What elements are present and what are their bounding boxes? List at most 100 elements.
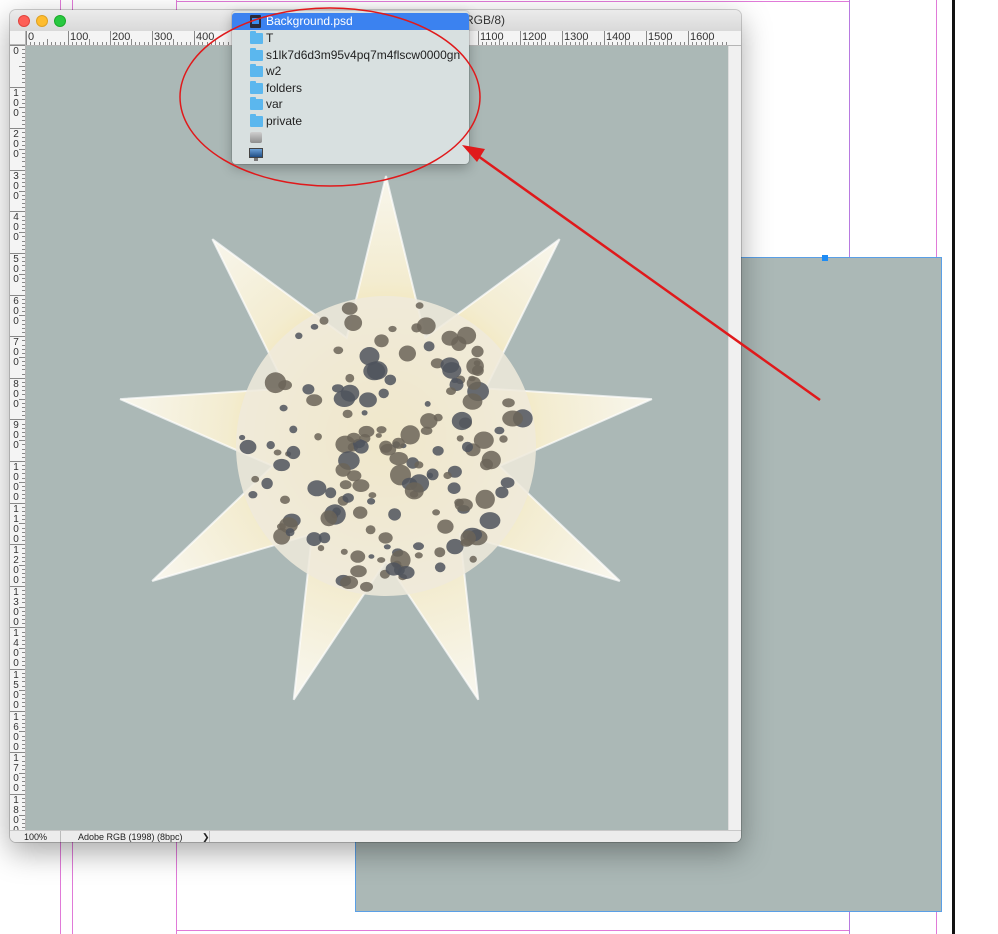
zoom-level[interactable]: 100% bbox=[24, 831, 47, 842]
folder-icon bbox=[250, 114, 263, 127]
ruler-tick bbox=[604, 31, 605, 45]
seed-dot bbox=[353, 506, 368, 519]
ruler-minor-tick bbox=[22, 452, 25, 454]
ruler-minor-tick bbox=[47, 39, 48, 45]
zoom-button[interactable] bbox=[54, 15, 66, 27]
ruler-minor-tick bbox=[515, 42, 517, 45]
ruler-label: 400 bbox=[13, 212, 19, 244]
ruler-minor-tick bbox=[22, 386, 25, 388]
ruler-minor-tick bbox=[536, 42, 538, 45]
ruler-minor-tick bbox=[22, 602, 25, 604]
seed-dot bbox=[479, 512, 501, 530]
ruler-minor-tick bbox=[507, 42, 509, 45]
seed-dot bbox=[480, 458, 493, 471]
ruler-minor-tick bbox=[84, 42, 86, 45]
ruler-minor-tick bbox=[608, 42, 610, 45]
ruler-minor-tick bbox=[22, 103, 25, 105]
seed-dot bbox=[451, 411, 472, 431]
ruler-minor-tick bbox=[22, 444, 25, 446]
ruler-minor-tick bbox=[22, 61, 25, 63]
ruler-label: 1400 bbox=[13, 628, 19, 670]
seed-dot bbox=[413, 542, 424, 551]
ruler-label: 100 bbox=[13, 87, 19, 119]
status-menu-arrow[interactable]: ❯ bbox=[202, 831, 210, 842]
ruler-minor-tick bbox=[22, 639, 25, 641]
seed-dot bbox=[361, 410, 368, 416]
seed-dot bbox=[432, 446, 444, 456]
document-path-menu: Background.psd T s1lk7d6d3m95v4pq7m4flsc… bbox=[232, 11, 469, 164]
ruler-minor-tick bbox=[118, 42, 120, 45]
ruler-origin[interactable] bbox=[10, 31, 26, 45]
menu-item-folder-w2[interactable]: w2 bbox=[232, 63, 469, 80]
ruler-minor-tick bbox=[22, 265, 25, 267]
ruler-minor-tick bbox=[22, 307, 25, 309]
folder-icon bbox=[250, 97, 263, 110]
seed-dot bbox=[495, 486, 509, 499]
ruler-minor-tick bbox=[549, 42, 551, 45]
ruler-minor-tick bbox=[59, 42, 61, 45]
ruler-label: 1800 bbox=[13, 794, 19, 830]
ruler-minor-tick bbox=[19, 357, 25, 358]
ruler-minor-tick bbox=[633, 42, 635, 45]
ruler-minor-tick bbox=[22, 723, 25, 725]
transform-handle[interactable] bbox=[822, 255, 828, 261]
menu-item-folder-private[interactable]: private bbox=[232, 113, 469, 130]
seed-dot bbox=[285, 528, 295, 537]
menu-item-folder-var[interactable]: var bbox=[232, 96, 469, 113]
ruler-minor-tick bbox=[22, 702, 25, 704]
minimize-button[interactable] bbox=[36, 15, 48, 27]
seed-dot bbox=[416, 317, 436, 335]
ruler-minor-tick bbox=[528, 42, 530, 45]
seed-dot bbox=[460, 538, 473, 547]
ruler-minor-tick bbox=[22, 223, 25, 225]
seed-dot bbox=[340, 548, 348, 555]
ruler-minor-tick bbox=[22, 735, 25, 737]
vertical-ruler[interactable]: 0 100 200 300 400 500 600 700 800 900 1000 1100 1200… bbox=[10, 45, 26, 830]
ruler-minor-tick bbox=[22, 777, 25, 779]
seed-dot bbox=[420, 413, 438, 429]
menu-item-computer[interactable] bbox=[232, 146, 469, 163]
ruler-minor-tick bbox=[22, 494, 25, 496]
ruler-minor-tick bbox=[22, 506, 25, 508]
seed-dot bbox=[457, 326, 477, 345]
ruler-minor-tick bbox=[22, 157, 25, 159]
document-profile[interactable]: Adobe RGB (1998) (8bpc) bbox=[60, 831, 210, 842]
ruler-minor-tick bbox=[22, 660, 25, 662]
ruler-tick bbox=[562, 31, 563, 45]
ruler-minor-tick bbox=[22, 82, 25, 84]
ruler-minor-tick bbox=[185, 42, 187, 45]
ruler-minor-tick bbox=[19, 565, 25, 566]
ruler-minor-tick bbox=[22, 619, 25, 621]
seed-dot bbox=[289, 425, 298, 434]
ruler-minor-tick bbox=[578, 42, 580, 45]
menu-item-background-psd[interactable]: Background.psd bbox=[232, 13, 469, 30]
seed-dot bbox=[466, 376, 481, 390]
ruler-minor-tick bbox=[574, 42, 576, 45]
ruler-minor-tick bbox=[570, 42, 572, 45]
menu-item-folder-temp[interactable]: s1lk7d6d3m95v4pq7m4flscw0000gn bbox=[232, 47, 469, 64]
menu-item-disk[interactable] bbox=[232, 129, 469, 146]
seed-dot bbox=[365, 525, 376, 535]
ruler-minor-tick bbox=[22, 760, 25, 762]
seed-dot bbox=[388, 325, 397, 333]
ruler-minor-tick bbox=[557, 42, 559, 45]
seed-dot bbox=[367, 498, 376, 505]
close-button[interactable] bbox=[18, 15, 30, 27]
menu-item-folder-folders[interactable]: folders bbox=[232, 80, 469, 97]
ruler-minor-tick bbox=[19, 398, 25, 400]
seed-dot bbox=[352, 479, 370, 492]
ruler-minor-tick bbox=[22, 681, 25, 683]
ruler-minor-tick bbox=[22, 456, 25, 458]
ruler-minor-tick bbox=[22, 473, 25, 475]
ruler-minor-tick bbox=[22, 236, 25, 238]
ruler-minor-tick bbox=[22, 589, 25, 591]
seed-dot bbox=[340, 575, 359, 590]
ruler-minor-tick bbox=[97, 42, 99, 45]
ruler-minor-tick bbox=[22, 594, 25, 596]
ruler-minor-tick bbox=[22, 119, 25, 121]
ruler-minor-tick bbox=[173, 39, 174, 45]
ruler-minor-tick bbox=[22, 748, 25, 750]
vertical-scrollbar[interactable] bbox=[728, 46, 741, 830]
ruler-minor-tick bbox=[22, 810, 25, 812]
menu-item-folder-t[interactable]: T bbox=[232, 30, 469, 47]
